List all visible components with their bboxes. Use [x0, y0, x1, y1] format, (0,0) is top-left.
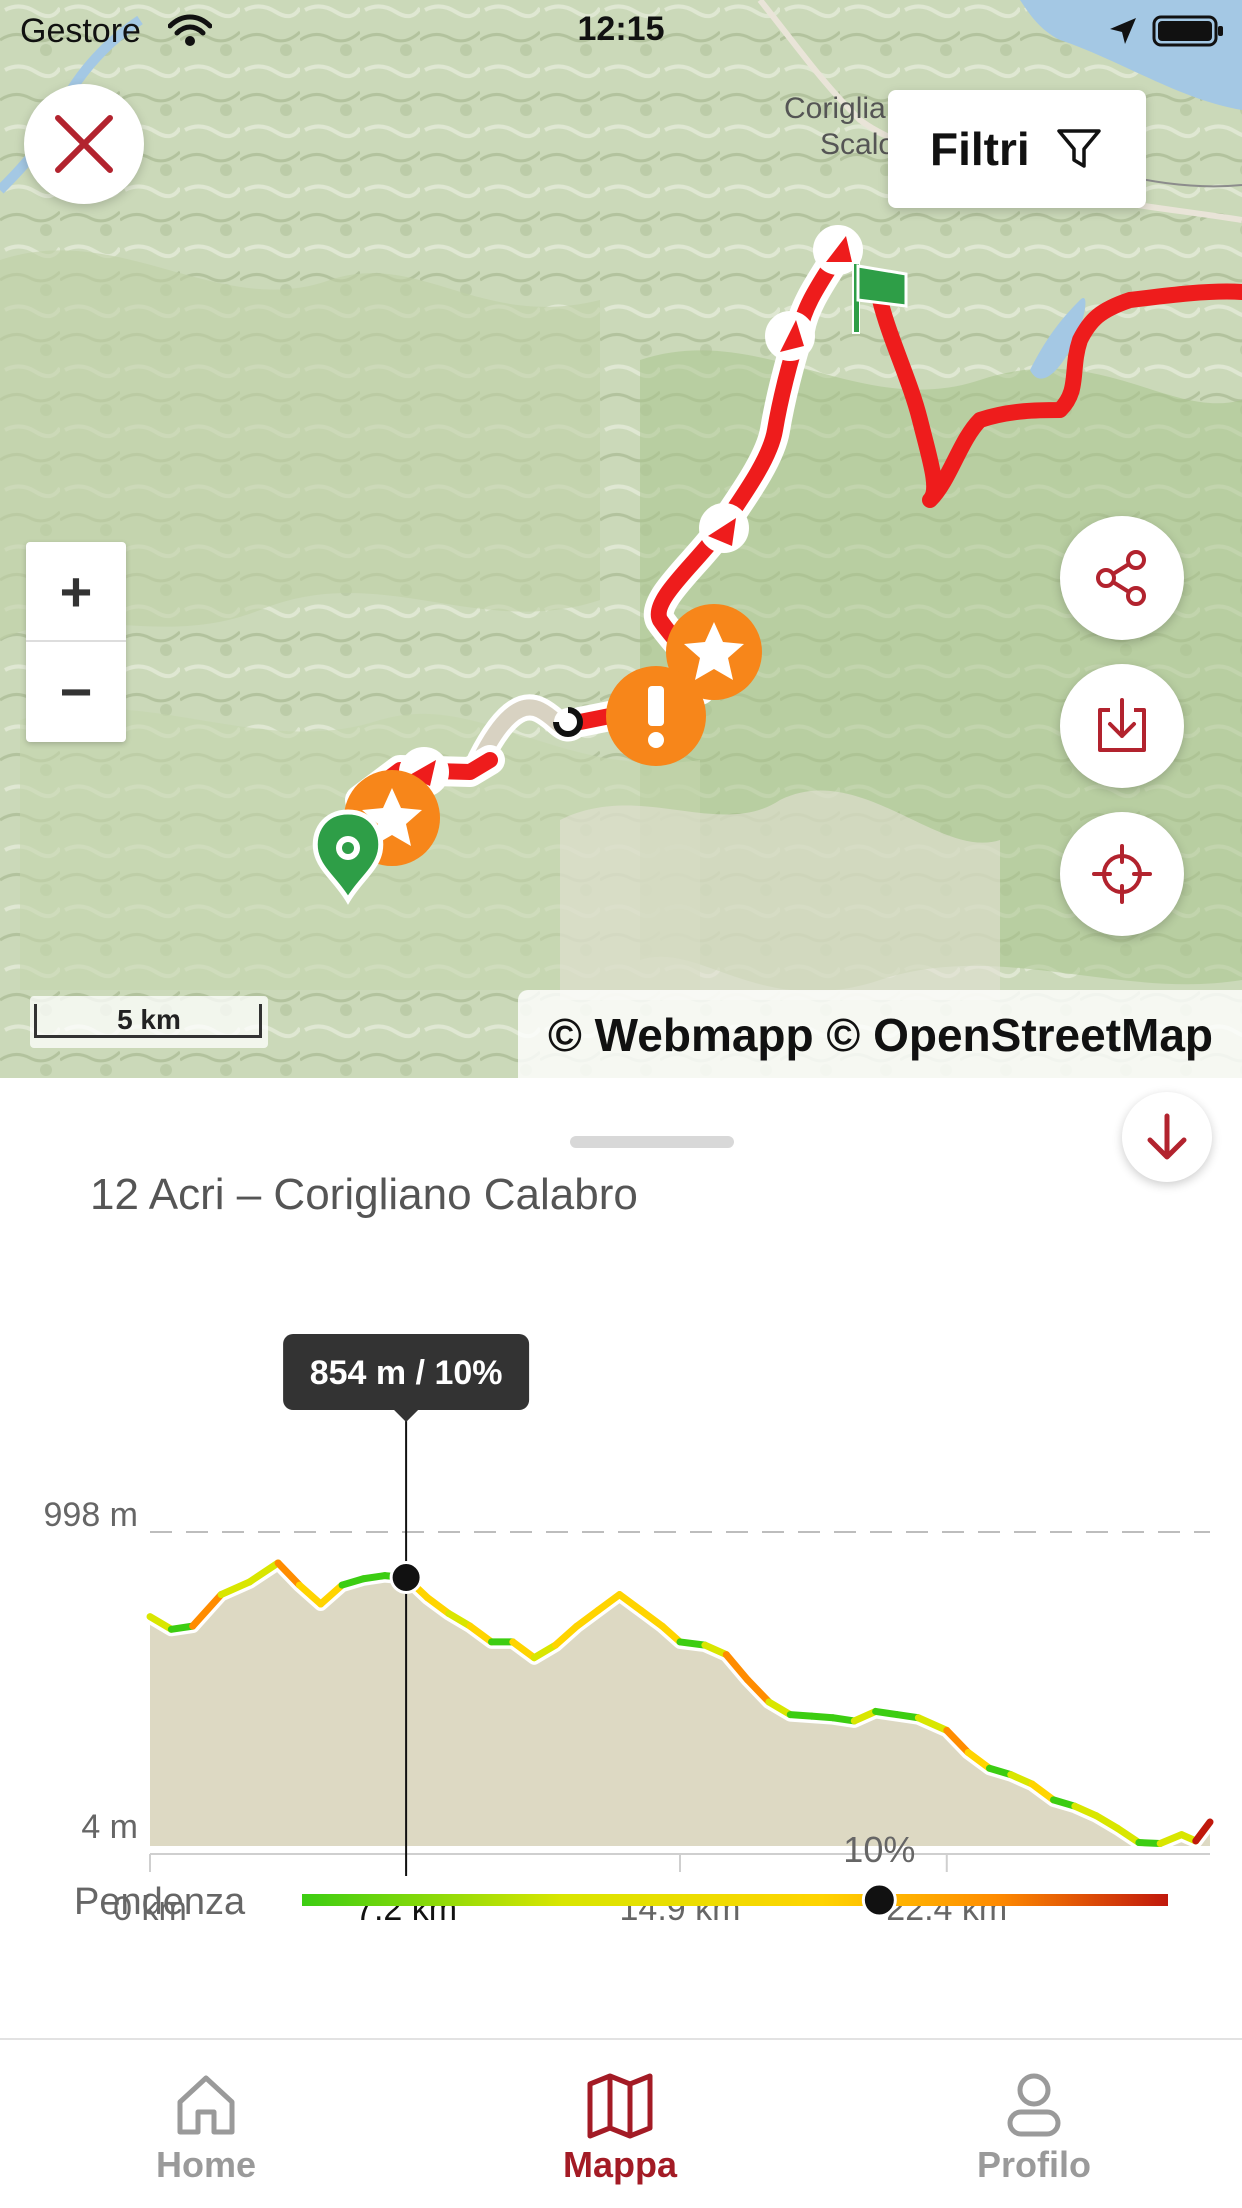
drag-handle[interactable]	[570, 1136, 734, 1148]
y-tick-label: 4 m	[81, 1808, 138, 1846]
zoom-in-button[interactable]: +	[26, 542, 126, 642]
download-icon	[1098, 698, 1146, 752]
clock: 12:15	[577, 10, 665, 48]
home-icon	[177, 2075, 235, 2135]
route-title: 12 Acri – Corigliano Calabro	[90, 1170, 638, 1219]
map-scale: 5 km	[30, 996, 268, 1048]
tab-label-home: Home	[155, 2144, 257, 2185]
status-bar: Gestore 12:15	[0, 0, 1242, 62]
map-icon	[587, 2073, 653, 2139]
slope-label: Pendenza	[74, 1881, 246, 1923]
slope-value-label: 10%	[843, 1829, 915, 1870]
elevation-chart[interactable]: 998 m4 m 0 km 7.2 km 14.9 km 22.4 km 854 m …	[0, 1318, 1242, 1938]
map-view[interactable]: Coriglia Scalo Gestore 12:15 Filtri + − …	[0, 0, 1242, 1078]
filter-button[interactable]: Filtri	[888, 90, 1146, 208]
profile-icon	[1007, 2073, 1061, 2137]
warning-icon	[606, 666, 706, 766]
tab-profile[interactable]: Profilo	[884, 2040, 1184, 2208]
scale-label: 5 km	[117, 1004, 181, 1035]
place-label: Coriglia	[784, 92, 886, 125]
share-icon	[1096, 550, 1146, 606]
tooltip-text: 854 m / 10%	[310, 1354, 503, 1392]
locate-crosshair-icon	[1092, 844, 1152, 904]
tab-home[interactable]: Home	[56, 2040, 356, 2208]
elevation-segment	[676, 1638, 709, 1649]
battery-icon	[1152, 15, 1223, 47]
close-button[interactable]	[24, 84, 144, 204]
y-tick-label: 998 m	[44, 1496, 139, 1534]
tab-label-map: Mappa	[562, 2144, 677, 2185]
funnel-icon	[1057, 129, 1101, 168]
attribution-text[interactable]: © Webmapp © OpenStreetMap	[548, 1008, 1213, 1062]
tab-map[interactable]: Mappa	[470, 2040, 770, 2208]
slope-indicator-knob	[861, 1882, 897, 1918]
locate-button[interactable]	[1060, 812, 1184, 936]
track-detail-panel: 12 Acri – Corigliano Calabro 998 m4 m 0 …	[0, 1078, 1242, 2038]
share-button[interactable]	[1060, 516, 1184, 640]
tab-label-profile: Profilo	[977, 2144, 1091, 2185]
tooltip-pointer	[394, 1410, 419, 1422]
place-label: Scalo	[820, 128, 895, 161]
slope-gradient-bar	[302, 1894, 1168, 1906]
arrow-down-icon	[1147, 1113, 1187, 1160]
zoom-out-button[interactable]: −	[26, 642, 126, 742]
tab-bar: Home Mappa Profilo	[0, 2038, 1242, 2208]
collapse-panel-button[interactable]	[1122, 1092, 1212, 1182]
filter-label: Filtri	[930, 123, 1030, 175]
close-x-icon	[55, 115, 113, 173]
zoom-control: + −	[26, 542, 126, 742]
selection-point	[389, 1560, 423, 1594]
download-button[interactable]	[1060, 664, 1184, 788]
location-arrow-icon	[1110, 18, 1136, 44]
map-attribution[interactable]: © Webmapp © OpenStreetMap	[518, 990, 1242, 1078]
